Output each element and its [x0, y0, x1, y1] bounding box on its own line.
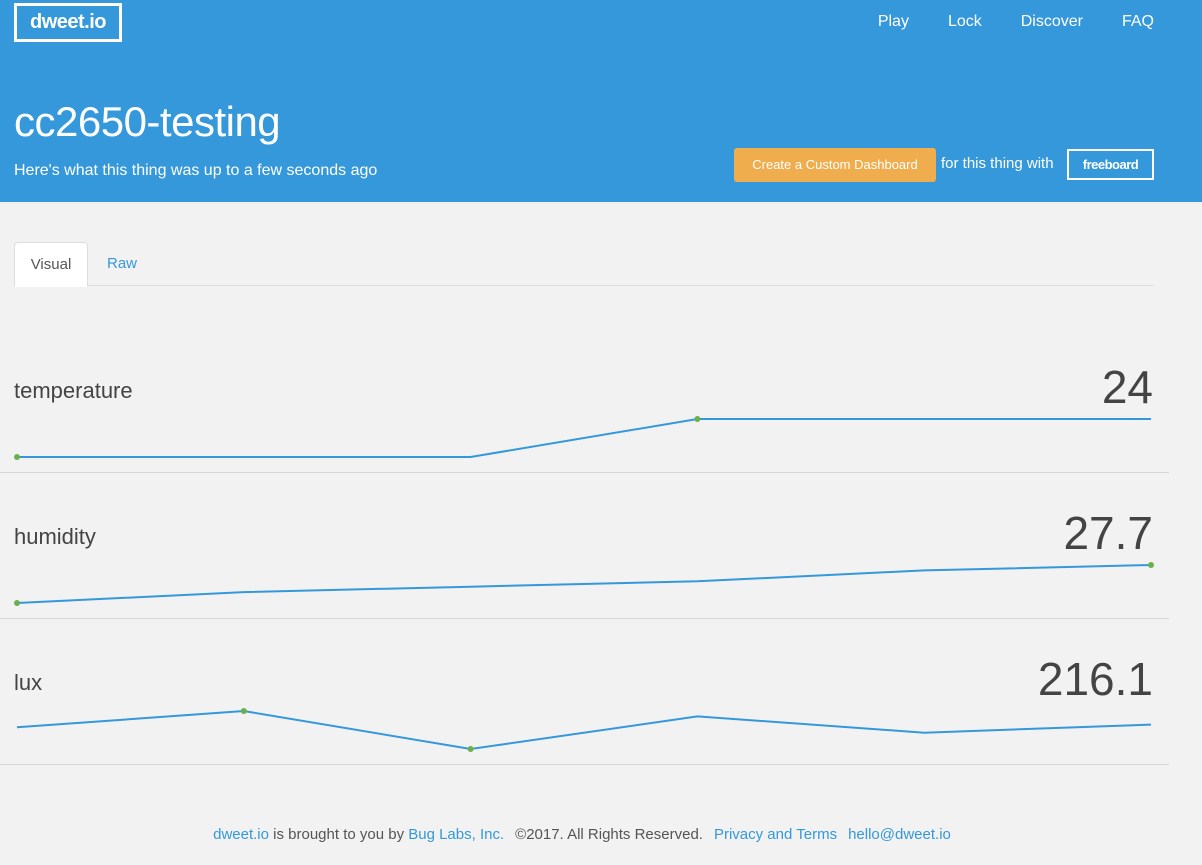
lux-sparkline: [16, 708, 1152, 752]
footer-dweet-link[interactable]: dweet.io: [213, 826, 269, 843]
footer-brought-text: is brought to you by: [268, 826, 409, 843]
view-tabs: Visual Raw: [14, 242, 1154, 287]
lux-marker-point: [467, 746, 474, 752]
tab-raw[interactable]: Raw: [88, 242, 156, 285]
top-nav: Play Lock Discover FAQ: [839, 12, 1154, 32]
humidity-sparkline: [14, 562, 1154, 606]
page-header: dweet.io Play Lock Discover FAQ cc2650-t…: [0, 0, 1202, 202]
footer-copyright: ©2017. All Rights Reserved.: [515, 826, 703, 843]
temperature-marker-point: [694, 416, 701, 422]
freeboard-logo[interactable]: freeboard: [1067, 149, 1154, 180]
nav-lock[interactable]: Lock: [948, 12, 982, 32]
temperature-sparkline-path: [17, 418, 1151, 458]
humidity-sparkline-path: [16, 564, 1152, 604]
dweet-logo[interactable]: dweet.io: [14, 3, 122, 42]
humidity-marker-point: [14, 600, 20, 606]
dashboard-suffix-text: for this thing with: [941, 155, 1054, 172]
metric-row-lux: lux 216.1: [0, 618, 1169, 765]
create-dashboard-button[interactable]: Create a Custom Dashboard: [734, 148, 936, 182]
metric-row-humidity: humidity 27.7: [0, 472, 1169, 619]
temperature-sparkline: [14, 416, 1151, 460]
page-footer: dweet.io is brought to you by Bug Labs, …: [0, 824, 1164, 846]
lux-marker-point: [240, 708, 247, 714]
humidity-marker-point: [1148, 562, 1154, 568]
nav-play[interactable]: Play: [878, 12, 909, 32]
lux-sparkline-path: [16, 709, 1152, 751]
temperature-marker-point: [14, 454, 20, 460]
tab-visual[interactable]: Visual: [14, 242, 88, 287]
footer-buglabs-link[interactable]: Bug Labs, Inc.: [408, 826, 504, 843]
nav-faq[interactable]: FAQ: [1122, 12, 1154, 32]
thing-subtitle: Here's what this thing was up to a few s…: [14, 162, 378, 179]
nav-discover[interactable]: Discover: [1021, 12, 1083, 32]
metric-row-temperature: temperature 24: [0, 326, 1169, 473]
footer-email-link[interactable]: hello@dweet.io: [848, 826, 951, 843]
footer-privacy-link[interactable]: Privacy and Terms: [714, 826, 837, 843]
thing-title: cc2650-testing: [14, 98, 281, 145]
